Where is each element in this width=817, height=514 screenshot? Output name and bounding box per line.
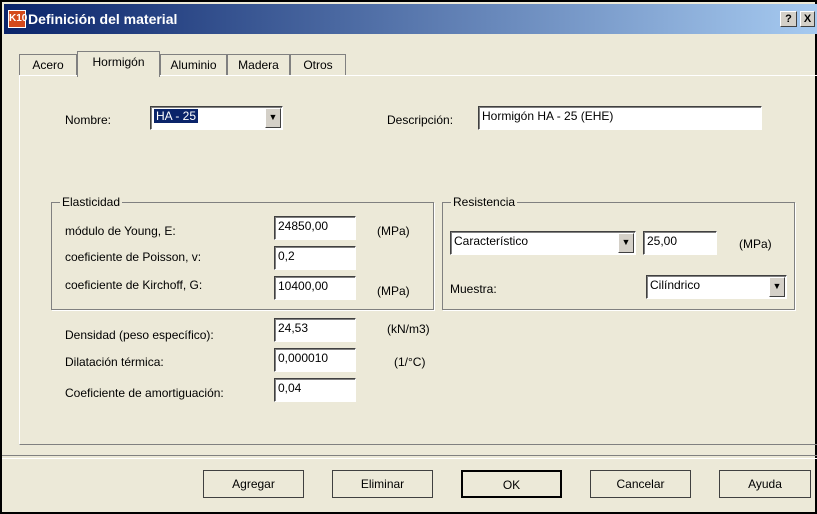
chevron-down-icon[interactable]: ▼: [769, 277, 785, 297]
nombre-label: Nombre:: [65, 113, 112, 127]
resistencia-tipo-value: Característico: [454, 234, 529, 248]
tab-hormigon[interactable]: Hormigón: [77, 51, 160, 77]
amortiguacion-input[interactable]: 0,04: [274, 378, 356, 402]
resistencia-tipo-select[interactable]: Característico ▼: [450, 231, 636, 255]
muestra-select[interactable]: Cilíndrico ▼: [646, 275, 787, 299]
young-input[interactable]: 24850,00: [274, 216, 356, 240]
close-button[interactable]: X: [800, 11, 815, 27]
tab-aluminio[interactable]: Aluminio: [160, 54, 227, 76]
chevron-down-icon[interactable]: ▼: [265, 108, 281, 128]
material-dialog: K10 Definición del material ? X Acero Ho…: [0, 0, 817, 514]
resistencia-title: Resistencia: [451, 195, 518, 209]
descripcion-input[interactable]: Hormigón HA - 25 (EHE): [478, 106, 762, 130]
dilatacion-input[interactable]: 0,000010: [274, 348, 356, 372]
kirchoff-input[interactable]: 10400,00: [274, 276, 356, 300]
poisson-label: coeficiente de Poisson, v:: [65, 250, 202, 264]
separator: [2, 455, 817, 459]
help-button[interactable]: ?: [780, 11, 797, 27]
poisson-input[interactable]: 0,2: [274, 246, 356, 270]
muestra-value: Cilíndrico: [650, 278, 701, 292]
dilatacion-label: Dilatación térmica:: [65, 355, 164, 369]
agregar-button[interactable]: Agregar: [203, 470, 304, 498]
nombre-select[interactable]: HA - 25 ▼: [150, 106, 283, 130]
tab-acero[interactable]: Acero: [19, 54, 77, 76]
window-title: Definición del material: [28, 11, 178, 27]
densidad-input[interactable]: 24,53: [274, 318, 356, 342]
muestra-label: Muestra:: [450, 282, 497, 296]
kirchoff-unit: (MPa): [377, 284, 410, 298]
eliminar-button[interactable]: Eliminar: [332, 470, 433, 498]
title-bar[interactable]: K10 Definición del material ? X: [4, 4, 817, 34]
elasticidad-title: Elasticidad: [60, 195, 123, 209]
young-label: módulo de Young, E:: [65, 224, 176, 238]
tab-madera[interactable]: Madera: [227, 54, 290, 76]
resistencia-unit: (MPa): [739, 237, 772, 251]
dilatacion-unit: (1/°C): [394, 355, 426, 369]
amortiguacion-label: Coeficiente de amortiguación:: [65, 386, 224, 400]
app-icon: K10: [8, 10, 27, 28]
densidad-label: Densidad (peso específico):: [65, 328, 214, 342]
resistencia-value-input[interactable]: 25,00: [643, 231, 717, 255]
kirchoff-label: coeficiente de Kirchoff, G:: [65, 278, 203, 292]
ok-button[interactable]: OK: [461, 470, 562, 498]
ayuda-button[interactable]: Ayuda: [719, 470, 811, 498]
cancelar-button[interactable]: Cancelar: [590, 470, 691, 498]
chevron-down-icon[interactable]: ▼: [618, 233, 634, 253]
tab-otros[interactable]: Otros: [290, 54, 346, 76]
densidad-unit: (kN/m3): [387, 322, 430, 336]
young-unit: (MPa): [377, 224, 410, 238]
descripcion-label: Descripción:: [387, 113, 454, 127]
nombre-value: HA - 25: [154, 109, 199, 123]
